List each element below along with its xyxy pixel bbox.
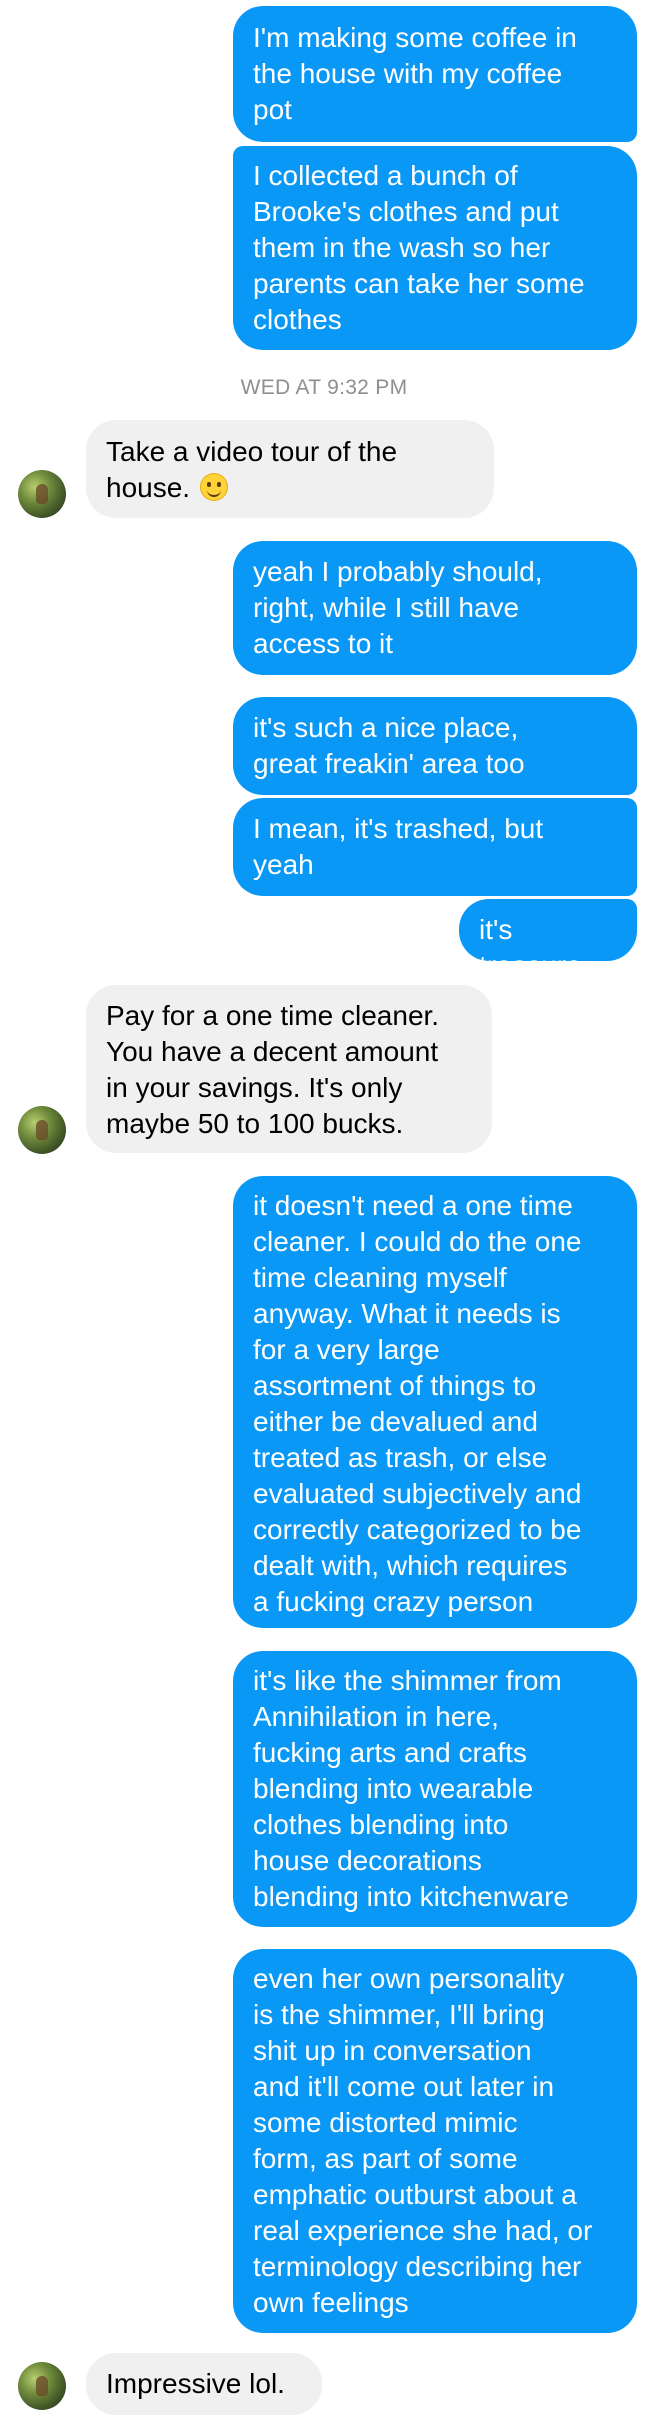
- message-text: even her own personality is the shimmer,…: [253, 1963, 593, 2318]
- message-text: Take a video tour of the house.: [106, 436, 398, 503]
- message-text: Impressive lol.: [106, 2368, 285, 2399]
- sent-message-bubble[interactable]: even her own personality is the shimmer,…: [233, 1949, 637, 2333]
- message-text: it's treasure: [479, 914, 582, 981]
- received-message-bubble[interactable]: Impressive lol.: [86, 2353, 322, 2415]
- contact-avatar[interactable]: [18, 2362, 66, 2410]
- sent-message-bubble[interactable]: it doesn't need a one time cleaner. I co…: [233, 1176, 637, 1628]
- message-text: I collected a bunch of Brooke's clothes …: [253, 160, 585, 335]
- message-text: it's like the shimmer from Annihilation …: [253, 1665, 569, 1912]
- sent-message-bubble[interactable]: I mean, it's trashed, but yeah: [233, 798, 637, 896]
- sent-message-bubble[interactable]: it's such a nice place, great freakin' a…: [233, 697, 637, 795]
- slightly-smiling-face-icon: [199, 473, 228, 501]
- message-text: Pay for a one time cleaner. You have a d…: [106, 1000, 440, 1139]
- message-text: it's such a nice place, great freakin' a…: [253, 712, 525, 779]
- message-text: it doesn't need a one time cleaner. I co…: [253, 1190, 582, 1617]
- message-text: I'm making some coffee in the house with…: [253, 22, 577, 125]
- received-message-bubble[interactable]: Pay for a one time cleaner. You have a d…: [86, 985, 492, 1153]
- contact-avatar[interactable]: [18, 470, 66, 518]
- sent-message-bubble[interactable]: it's like the shimmer from Annihilation …: [233, 1651, 637, 1927]
- sent-message-bubble[interactable]: yeah I probably should, right, while I s…: [233, 541, 637, 675]
- message-text: I mean, it's trashed, but yeah: [253, 813, 544, 880]
- sent-message-bubble[interactable]: I collected a bunch of Brooke's clothes …: [233, 146, 637, 350]
- sent-message-bubble[interactable]: I'm making some coffee in the house with…: [233, 6, 637, 142]
- message-text: yeah I probably should, right, while I s…: [253, 556, 543, 659]
- received-message-bubble[interactable]: Take a video tour of the house.: [86, 420, 494, 518]
- sent-message-bubble[interactable]: it's treasure: [459, 899, 637, 981]
- contact-avatar[interactable]: [18, 1106, 66, 1154]
- message-thread: I'm making some coffee in the house with…: [0, 0, 648, 2421]
- timestamp-divider: WED AT 9:32 PM: [240, 376, 408, 399]
